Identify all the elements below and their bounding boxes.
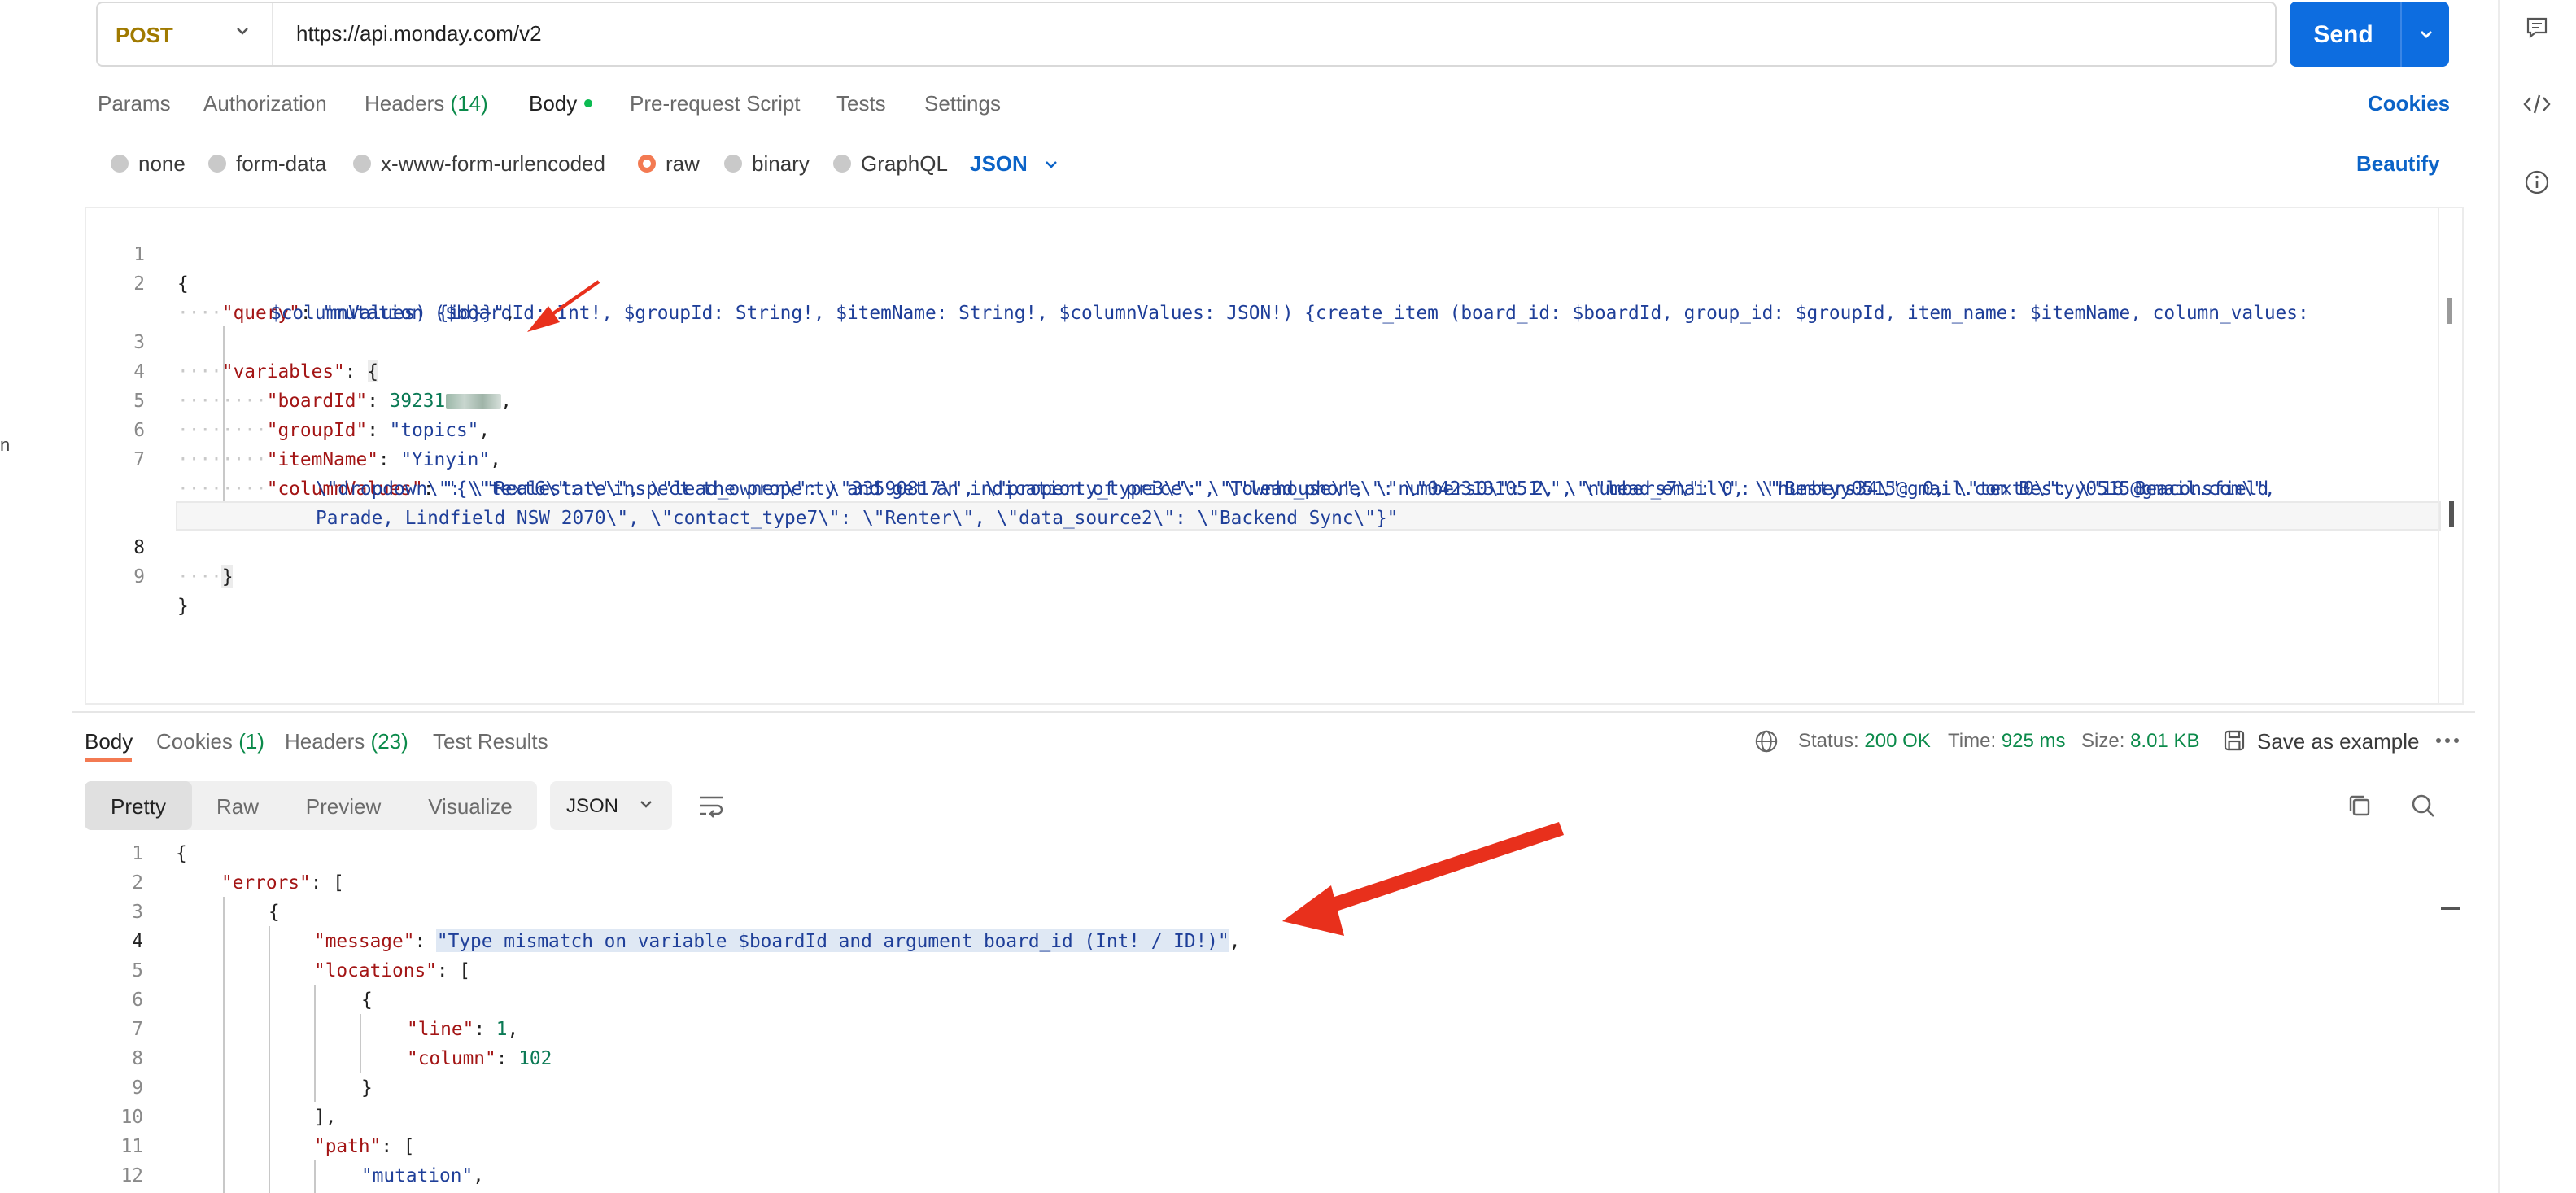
annotation-arrow-boardid [527, 280, 600, 332]
annotation-arrows [527, 280, 1564, 936]
annotation-arrow-error [1282, 822, 1564, 936]
